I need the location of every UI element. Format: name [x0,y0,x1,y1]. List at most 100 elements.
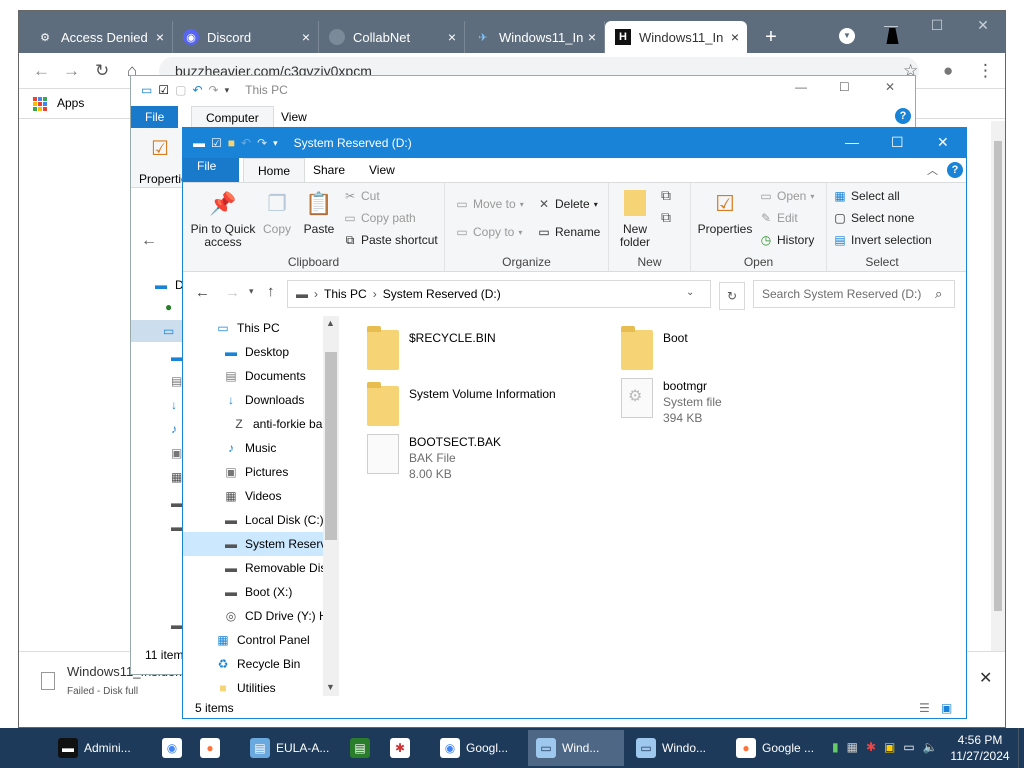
tab-computer[interactable]: Computer [191,106,274,128]
back-arrow-icon[interactable]: ← [141,232,157,250]
volume-icon[interactable]: 🔈 [923,740,938,754]
page-scrollbar[interactable] [991,121,1005,651]
back-arrow-icon[interactable]: ← [33,61,50,81]
tray-color-icon[interactable]: ✱ [866,740,876,754]
file-item[interactable]: ⚙ bootmgr System file 394 KB [621,378,722,426]
clock[interactable]: 4:56 PM 11/27/2024 [944,732,1016,764]
nav-item[interactable]: ▤ Documents [183,364,323,388]
maximize-button[interactable]: ☐ [839,80,850,94]
close-download-bar-icon[interactable]: ✕ [979,668,992,688]
taskbar-item[interactable]: ◉ Googl... [432,730,524,766]
search-input[interactable]: Search System Reserved (D:) [753,280,955,308]
scroll-down-icon[interactable]: ▼ [326,682,335,692]
taskbar-item[interactable]: ◉ [154,730,190,766]
close-tab-icon[interactable]: × [302,29,310,45]
chevron-down-icon[interactable]: ⌄ [686,287,694,298]
chevron-down-icon[interactable]: ▾ [225,85,230,96]
refresh-icon[interactable]: ↻ [719,282,745,310]
tab-file[interactable]: File [131,106,179,128]
close-button[interactable]: ✕ [963,17,1003,34]
selected-nav-item[interactable] [131,320,185,342]
nav-item[interactable]: ▬ System Reserve [183,532,333,556]
nav-item[interactable]: ▦ Videos [183,484,323,508]
redo-icon[interactable]: ↷ [257,136,267,150]
history-button[interactable]: ◷ History [759,233,815,247]
properties-qat-icon[interactable]: ☑ [158,83,169,97]
nav-item[interactable]: ▬ Removable Dis [183,556,326,580]
nav-item[interactable]: ♪ Music [183,436,323,460]
properties-icon[interactable]: ☑ [151,136,169,161]
nav-item[interactable]: Zanti-forkie ba [183,412,323,436]
delete-button[interactable]: ✕ Delete ▾ [537,197,598,211]
help-icon[interactable]: ? [947,162,963,178]
tray-app-icon[interactable]: ▮ [832,740,839,754]
maximize-button[interactable]: ☐ [891,134,904,151]
nav-scrollbar[interactable]: ▲ ▼ [323,316,339,696]
copy-path-button[interactable]: ▭ Copy path [343,211,415,225]
redo-icon[interactable]: ↷ [209,83,219,97]
nav-item[interactable]: ▬ Local Disk (C:) [183,508,324,532]
nav-item[interactable]: ▬ Desktop [183,340,323,364]
nav-item[interactable]: ↓ Downloads [183,388,323,412]
tab-view[interactable]: View [355,158,409,182]
file-item[interactable]: $RECYCLE.BIN [367,326,496,370]
taskbar-item[interactable]: ▬ Admini... [50,730,150,766]
undo-icon[interactable]: ↶ [241,136,251,150]
nav-item[interactable]: ▦ Control Panel [183,628,323,652]
tab-file[interactable]: File [183,158,239,182]
taskbar-item[interactable]: ▭ Windo... [628,730,724,766]
start-button[interactable] [0,730,48,766]
nav-item[interactable]: ■ Utilities [183,676,323,698]
edit-button[interactable]: ✎ Edit [759,211,798,225]
cut-button[interactable]: ✂ Cut [343,189,380,203]
tab-home[interactable]: Home [243,158,306,182]
details-view-icon[interactable]: ☰ [919,698,930,718]
move-to-button[interactable]: ▭ Move to ▾ [455,197,523,211]
up-arrow-icon[interactable]: ↑ [267,283,275,300]
large-icons-view-icon[interactable]: ▣ [941,698,952,718]
scroll-thumb[interactable] [325,352,337,540]
new-tab-button[interactable]: + [759,26,783,49]
properties-button[interactable]: ☑ Properties [697,187,753,236]
close-tab-icon[interactable]: × [156,29,164,45]
select-none-button[interactable]: ▢ Select none [833,211,914,225]
copy-to-button[interactable]: ▭ Copy to ▾ [455,225,522,239]
tab-windows11-active[interactable]: H Windows11_In × [605,21,747,53]
breadcrumb-this-pc[interactable]: This PC [324,287,367,301]
undo-icon[interactable]: ↶ [192,83,202,97]
properties-qat-icon[interactable]: ☑ [211,136,222,150]
taskbar-item[interactable]: ● Google ... [728,730,820,766]
file-item[interactable]: System Volume Information [367,382,556,426]
profile-icon[interactable]: ● [943,61,953,81]
tab-access-denied[interactable]: ⚙ Access Denied × [27,21,173,53]
new-folder-button[interactable]: New folder [615,187,655,249]
tab-windows11-1[interactable]: ✈ Windows11_In × [465,21,605,53]
scroll-up-icon[interactable]: ▲ [326,318,335,328]
new-folder-qat-icon[interactable]: ■ [228,136,235,150]
show-desktop-button[interactable] [1018,728,1024,768]
paste-button[interactable]: 📋 Paste [299,187,339,236]
tab-collabnet[interactable]: CollabNet × [319,21,465,53]
taskbar-item[interactable]: ✱ [382,730,428,766]
file-item[interactable]: BOOTSECT.BAK BAK File 8.00 KB [367,434,501,482]
minimize-button[interactable]: — [795,80,807,94]
menu-icon[interactable]: ⋮ [977,61,994,81]
reload-icon[interactable]: ↻ [95,61,109,81]
back-arrow-icon[interactable]: ← [195,284,210,301]
tab-view[interactable]: View [267,106,321,128]
nav-item[interactable]: ▬ Boot (X:) [183,580,323,604]
taskbar-item[interactable]: ● [192,730,236,766]
rename-button[interactable]: ▭ Rename [537,225,600,239]
easy-access-icon[interactable]: ⧉ [661,209,671,226]
open-button[interactable]: ▭ Open ▾ [759,189,814,203]
taskbar-item[interactable]: ▤ [342,730,378,766]
new-item-icon[interactable]: ⧉ [661,187,671,204]
pin-quick-access-button[interactable]: 📌 Pin to Quick access [189,187,257,249]
copy-button[interactable]: ❐ Copy [257,187,297,236]
breadcrumb-system-reserved[interactable]: System Reserved (D:) [383,287,501,301]
forward-arrow-icon[interactable]: → [225,284,240,301]
apps-link[interactable]: Apps [57,96,84,110]
tray-monitor-icon[interactable]: ▣ [884,740,895,754]
close-tab-icon[interactable]: × [731,29,739,45]
tray-device-icon[interactable]: ▭ [903,740,914,754]
